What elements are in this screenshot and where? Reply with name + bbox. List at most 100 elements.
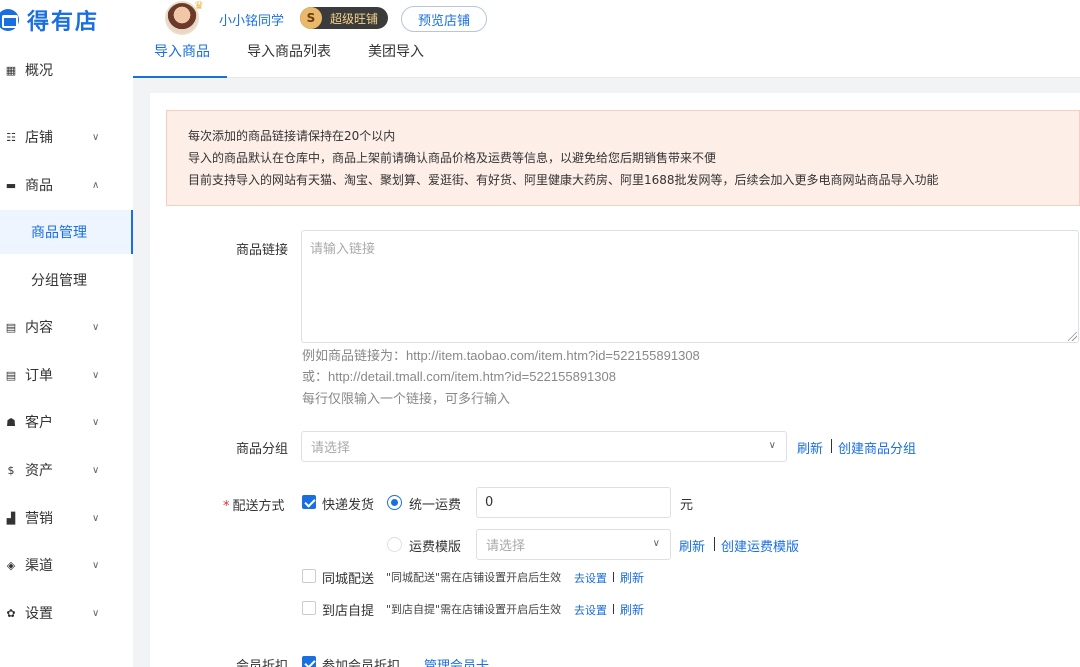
divider [714,537,715,551]
fee-template-label: 运费模版 [409,540,462,555]
tab-bar: 导入商品 导入商品列表 美团导入 [133,38,1080,78]
order-icon: ▤ [5,368,17,382]
sidebar: ▦ 概况 ☷ 店铺 ∨ ▬ 商品 ∧ 商品管理 分组管理 ▤ 内容 ∨ ▤ 订单… [0,38,133,667]
sidebar-item-assets[interactable]: $ 资产 ∨ [0,448,133,492]
unified-fee-radio[interactable] [387,495,402,510]
member-discount-label: 会员折扣 [236,659,289,667]
pickup-label: 到店自提 [322,604,375,619]
asset-icon: $ [7,463,15,477]
sidebar-item-overview[interactable]: ▦ 概况 [0,48,133,92]
manage-member-card-link[interactable]: 管理会员卡 [424,655,489,667]
pickup-note: "到店自提"需在店铺设置开启后生效 [386,603,562,616]
logo[interactable]: 得有店 [0,4,99,36]
divider [613,572,614,582]
notice-box: 每次添加的商品链接请保持在20个以内 导入的商品默认在仓库中，商品上架前请确认商… [166,110,1080,206]
create-template-link[interactable]: 创建运费模版 [721,536,799,555]
chevron-down-icon: ∨ [92,131,100,143]
shipping-label-text: 配送方式 [232,499,285,514]
fee-template-select[interactable]: 请选择 ∨ [476,529,671,560]
crown-icon: ♛ [194,0,204,12]
notice-line: 导入的商品默认在仓库中，商品上架前请确认商品价格及运费等信息，以避免给您后期销售… [188,151,717,165]
select-placeholder: 请选择 [486,539,526,554]
pickup-go-settings-link[interactable]: 去设置 [574,602,607,618]
notice-line: 每次添加的商品链接请保持在20个以内 [188,129,396,143]
customer-icon: ☗ [6,415,16,429]
sidebar-item-label: 内容 [25,320,53,336]
chevron-down-icon: ∨ [92,369,100,381]
settings-icon: ✿ [6,606,16,620]
sidebar-item-label: 营销 [25,511,53,527]
resize-handle-icon[interactable] [1068,332,1077,341]
unified-fee-label: 统一运费 [409,498,462,513]
chevron-down-icon: ∨ [92,607,100,619]
express-label: 快递发货 [322,498,375,513]
select-placeholder: 请选择 [311,441,351,456]
tab-import-goods[interactable]: 导入商品 [154,41,210,61]
pickup-checkbox[interactable] [302,601,316,615]
goods-link-label: 商品链接 [236,243,289,258]
logo-text: 得有店 [27,10,100,35]
sidebar-item-goods-management[interactable]: 商品管理 [0,210,133,254]
level-s-icon: S [300,7,322,29]
refresh-group-link[interactable]: 刷新 [797,438,823,457]
chevron-down-icon: ∨ [92,321,100,333]
sidebar-item-label: 概况 [25,63,53,79]
goods-link-input[interactable] [301,230,1079,343]
sidebar-item-label: 资产 [25,463,53,479]
username[interactable]: 小小铭同学 [219,10,284,29]
required-mark: * [223,499,230,514]
refresh-template-link[interactable]: 刷新 [679,536,705,555]
currency-label: 元 [680,498,694,513]
marketing-icon: ▟ [6,511,16,525]
create-group-link[interactable]: 创建商品分组 [838,438,916,457]
sidebar-item-marketing[interactable]: ▟ 营销 ∨ [0,496,133,540]
shop-logo-icon [0,9,19,31]
active-tab-indicator [133,76,227,78]
preview-store-button[interactable]: 预览店铺 [401,6,487,32]
unified-fee-input[interactable] [476,487,671,518]
member-discount-checkbox[interactable] [302,656,316,667]
sidebar-item-goods[interactable]: ▬ 商品 ∧ [0,163,133,207]
sidebar-item-group-management[interactable]: 分组管理 [0,258,133,302]
sidebar-item-label: 店铺 [25,130,53,146]
sidebar-item-content[interactable]: ▤ 内容 ∨ [0,305,133,349]
chevron-down-icon: ∨ [92,559,100,571]
city-delivery-label: 同城配送 [322,572,375,587]
sidebar-item-label: 客户 [25,415,53,431]
chevron-down-icon: ∨ [768,440,776,451]
sidebar-item-channels[interactable]: ◈ 渠道 ∨ [0,543,133,587]
sidebar-item-orders[interactable]: ▤ 订单 ∨ [0,353,133,397]
goods-group-select[interactable]: 请选择 ∨ [301,431,787,462]
city-refresh-link[interactable]: 刷新 [620,569,644,586]
city-delivery-checkbox[interactable] [302,569,316,583]
pickup-refresh-link[interactable]: 刷新 [620,601,644,618]
grid-icon: ▦ [5,63,17,77]
top-header: 得有店 ♛ 小小铭同学 S 超级旺铺 预览店铺 [0,0,1080,38]
fee-template-radio[interactable] [387,537,402,552]
chevron-down-icon: ∨ [92,464,100,476]
city-go-settings-link[interactable]: 去设置 [574,570,607,586]
divider [831,439,832,453]
tab-meituan-import[interactable]: 美团导入 [368,41,424,61]
sidebar-item-label: 订单 [25,368,53,384]
goods-group-label: 商品分组 [236,442,289,457]
sidebar-item-label: 设置 [25,606,53,622]
shipping-label: * 配送方式 [223,495,285,514]
link-hint: 每行仅限输入一个链接，可多行输入 [302,391,511,406]
chevron-down-icon: ∨ [92,416,100,428]
notice-line: 目前支持导入的网站有天猫、淘宝、聚划算、爱逛街、有好货、阿里健康大药房、阿里16… [188,173,939,187]
divider [613,604,614,614]
tab-import-list[interactable]: 导入商品列表 [247,41,331,61]
sidebar-item-customers[interactable]: ☗ 客户 ∨ [0,400,133,444]
express-checkbox[interactable] [302,495,316,509]
sidebar-item-store[interactable]: ☷ 店铺 ∨ [0,115,133,159]
content-icon: ▤ [5,320,17,334]
sidebar-item-label: 商品 [25,178,53,194]
store-icon: ☷ [6,130,16,144]
sidebar-item-settings[interactable]: ✿ 设置 ∨ [0,591,133,635]
chevron-down-icon: ∨ [652,538,660,549]
goods-icon: ▬ [5,178,17,192]
city-delivery-note: "同城配送"需在店铺设置开启后生效 [386,571,562,584]
chevron-up-icon: ∧ [92,179,100,191]
sidebar-item-label: 分组管理 [31,273,87,289]
